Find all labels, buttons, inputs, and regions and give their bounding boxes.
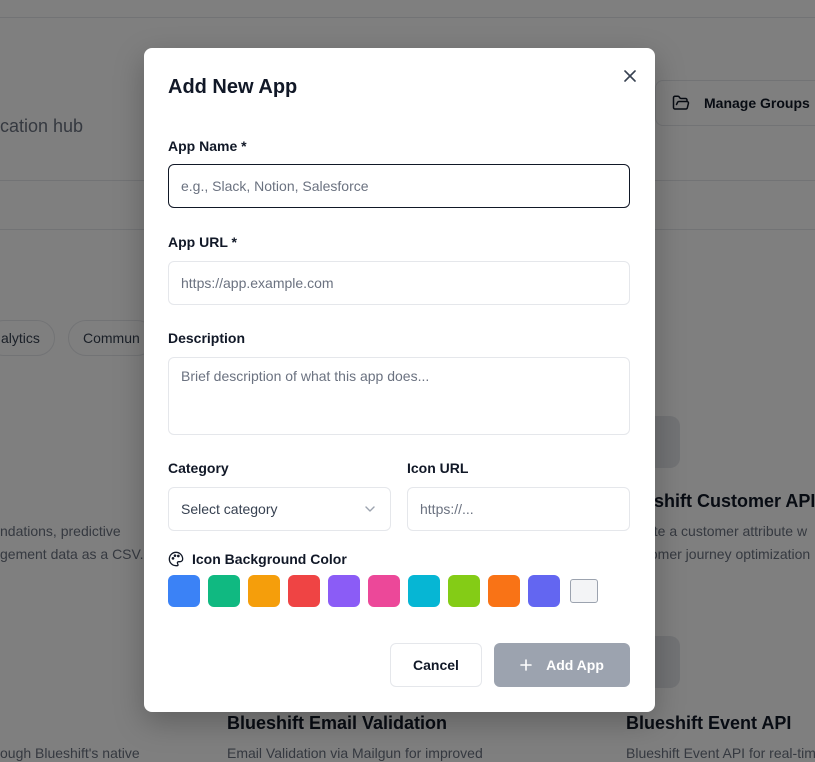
color-swatch[interactable] [570,579,598,603]
dialog-title: Add New App [168,76,298,98]
cancel-button[interactable]: Cancel [390,643,482,687]
plus-icon [520,659,532,671]
app-url-input[interactable] [168,261,630,305]
color-swatch[interactable] [488,575,520,607]
icon-color-label-text: Icon Background Color [192,551,347,567]
category-selected-value: Select category [181,501,278,517]
color-swatch[interactable] [408,575,440,607]
color-swatch[interactable] [328,575,360,607]
color-swatch[interactable] [208,575,240,607]
color-swatch[interactable] [448,575,480,607]
description-textarea[interactable] [168,357,630,435]
color-swatch[interactable] [168,575,200,607]
palette-icon [168,551,184,567]
description-label: Description [168,330,246,346]
icon-url-input[interactable] [407,487,630,531]
app-name-label: App Name * [168,138,247,154]
icon-url-label: Icon URL [407,460,469,476]
close-icon [624,70,636,82]
app-name-input[interactable] [168,164,630,208]
color-swatch[interactable] [288,575,320,607]
color-swatch-group [168,575,598,607]
category-label: Category [168,460,229,476]
icon-color-label: Icon Background Color [168,551,347,567]
app-url-label: App URL * [168,234,237,250]
close-button[interactable] [620,66,640,86]
color-swatch[interactable] [368,575,400,607]
add-app-label: Add App [546,657,604,673]
category-select[interactable]: Select category [168,487,391,531]
add-app-dialog: Add New App App Name * App URL * Descrip… [144,48,655,712]
add-app-button[interactable]: Add App [494,643,630,687]
color-swatch[interactable] [528,575,560,607]
chevron-down-icon [365,506,375,512]
color-swatch[interactable] [248,575,280,607]
